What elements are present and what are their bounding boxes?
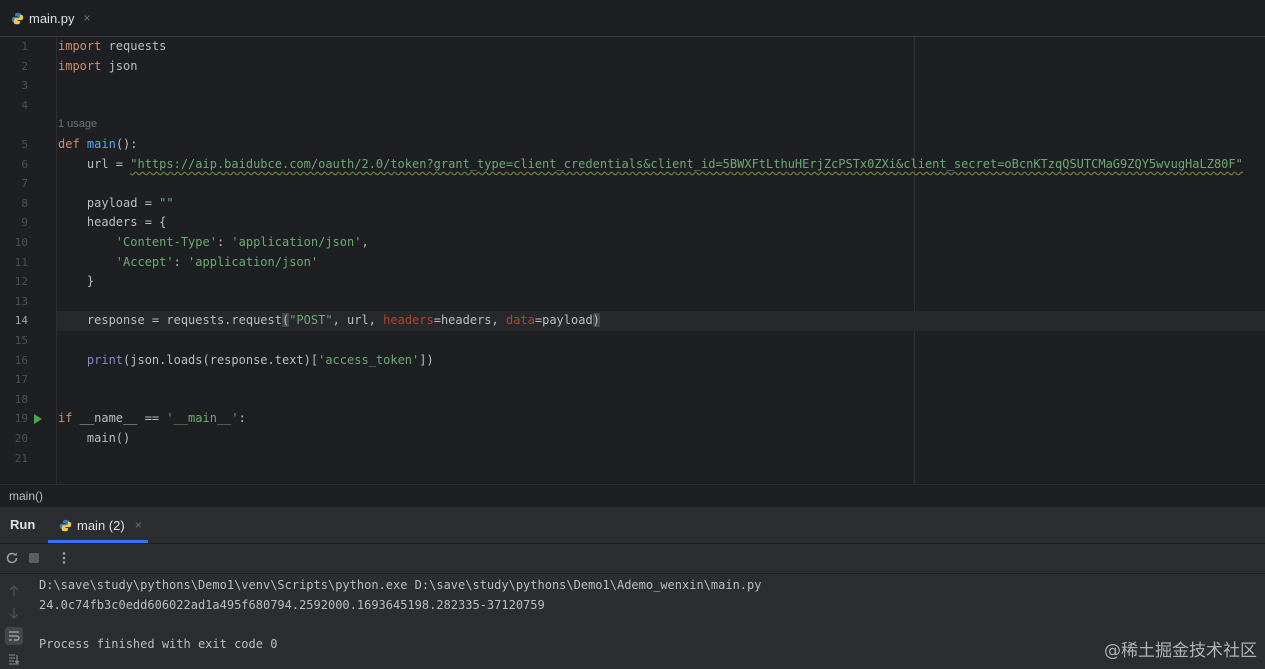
line-number: 10 [14, 236, 28, 249]
code-editor[interactable]: 1 2 3 4 5 6 7 8 9 10 11 12 13 14 15 16 1… [0, 37, 1265, 484]
code-line: 'Content-Type': 'application/json', [115, 235, 369, 249]
console-line: 24.0c74fb3c0edd606022ad1a495f680794.2592… [39, 597, 545, 612]
breadcrumb[interactable]: main() [0, 484, 1265, 506]
line-number-gutter: 1 2 3 4 5 6 7 8 9 10 11 12 13 14 15 16 1… [0, 37, 57, 484]
line-number: 17 [14, 373, 28, 387]
code-line: import requests [58, 39, 167, 53]
line-number: 2 [21, 59, 28, 73]
soft-wrap-icon[interactable] [5, 627, 23, 645]
line-number: 20 [14, 432, 28, 445]
python-icon [59, 519, 72, 531]
line-number-active: 14 [14, 314, 28, 328]
line-number: 16 [14, 353, 28, 367]
run-tool-window: Run main (2) × D:\save\study\pythons\Dem… [0, 507, 1265, 669]
editor-tab-label: main.py [29, 10, 75, 26]
run-toolbar [0, 544, 1265, 574]
editor-tab-main-py[interactable]: main.py × [0, 0, 100, 36]
arrow-up-icon[interactable] [5, 582, 23, 600]
watermark: @稀土掘金技术社区 [1104, 641, 1257, 661]
close-icon[interactable]: × [84, 11, 91, 25]
active-tab-indicator [48, 540, 148, 543]
line-number: 6 [21, 157, 28, 171]
code-line: import json [58, 58, 138, 73]
line-number: 3 [21, 79, 28, 93]
line-number: 12 [14, 275, 28, 289]
code-line: headers = { [58, 215, 167, 230]
line-number: 15 [14, 334, 28, 347]
code-line: main() [58, 431, 131, 445]
run-window-title: Run [10, 517, 36, 532]
run-tab-main-2[interactable]: main (2) × [48, 507, 148, 543]
line-number: 7 [21, 177, 28, 191]
console-side-toolbar [0, 574, 28, 669]
console-line: Process finished with exit code 0 [39, 636, 278, 651]
more-icon[interactable] [56, 550, 72, 566]
line-number: 5 [21, 138, 28, 151]
editor-tab-bar: main.py × [0, 0, 1265, 37]
line-number: 4 [21, 98, 28, 112]
line-number: 9 [21, 216, 28, 230]
console-output[interactable]: D:\save\study\pythons\Demo1\venv\Scripts… [0, 574, 1265, 669]
right-margin-guide [914, 37, 915, 484]
code-line-active: response = requests.request("POST", url,… [58, 313, 600, 328]
arrow-down-icon[interactable] [5, 604, 23, 622]
line-number: 18 [14, 392, 28, 406]
usage-inlay-hint[interactable]: 1 usage [58, 115, 97, 135]
code-line: if __name__ == '__main__': [58, 411, 246, 426]
line-number: 8 [21, 196, 28, 210]
code-line: } [58, 274, 95, 289]
console-line: D:\save\study\pythons\Demo1\venv\Scripts… [39, 578, 762, 592]
run-header: Run main (2) × [0, 507, 1265, 544]
code-line: url = "https://aip.baidubce.com/oauth/2.… [58, 156, 1243, 171]
rerun-icon[interactable] [4, 550, 20, 566]
breadcrumb-item[interactable]: main() [9, 489, 43, 503]
line-number: 21 [14, 451, 28, 465]
line-number: 13 [14, 294, 28, 308]
code-line: payload = "" [58, 195, 174, 210]
line-number: 19 [14, 412, 28, 426]
stop-icon[interactable] [26, 550, 42, 566]
line-number: 1 [21, 40, 28, 53]
code-line: print(json.loads(response.text)['access_… [86, 352, 434, 367]
scroll-to-end-icon[interactable] [5, 650, 23, 668]
run-tab-label: main (2) [77, 517, 125, 533]
line-number: 11 [14, 255, 28, 269]
run-gutter-icon[interactable] [34, 414, 42, 425]
code-line: 'Accept': 'application/json' [115, 254, 319, 269]
python-icon [11, 12, 24, 24]
close-icon[interactable]: × [135, 518, 142, 532]
code-line: def main(): [58, 137, 138, 151]
